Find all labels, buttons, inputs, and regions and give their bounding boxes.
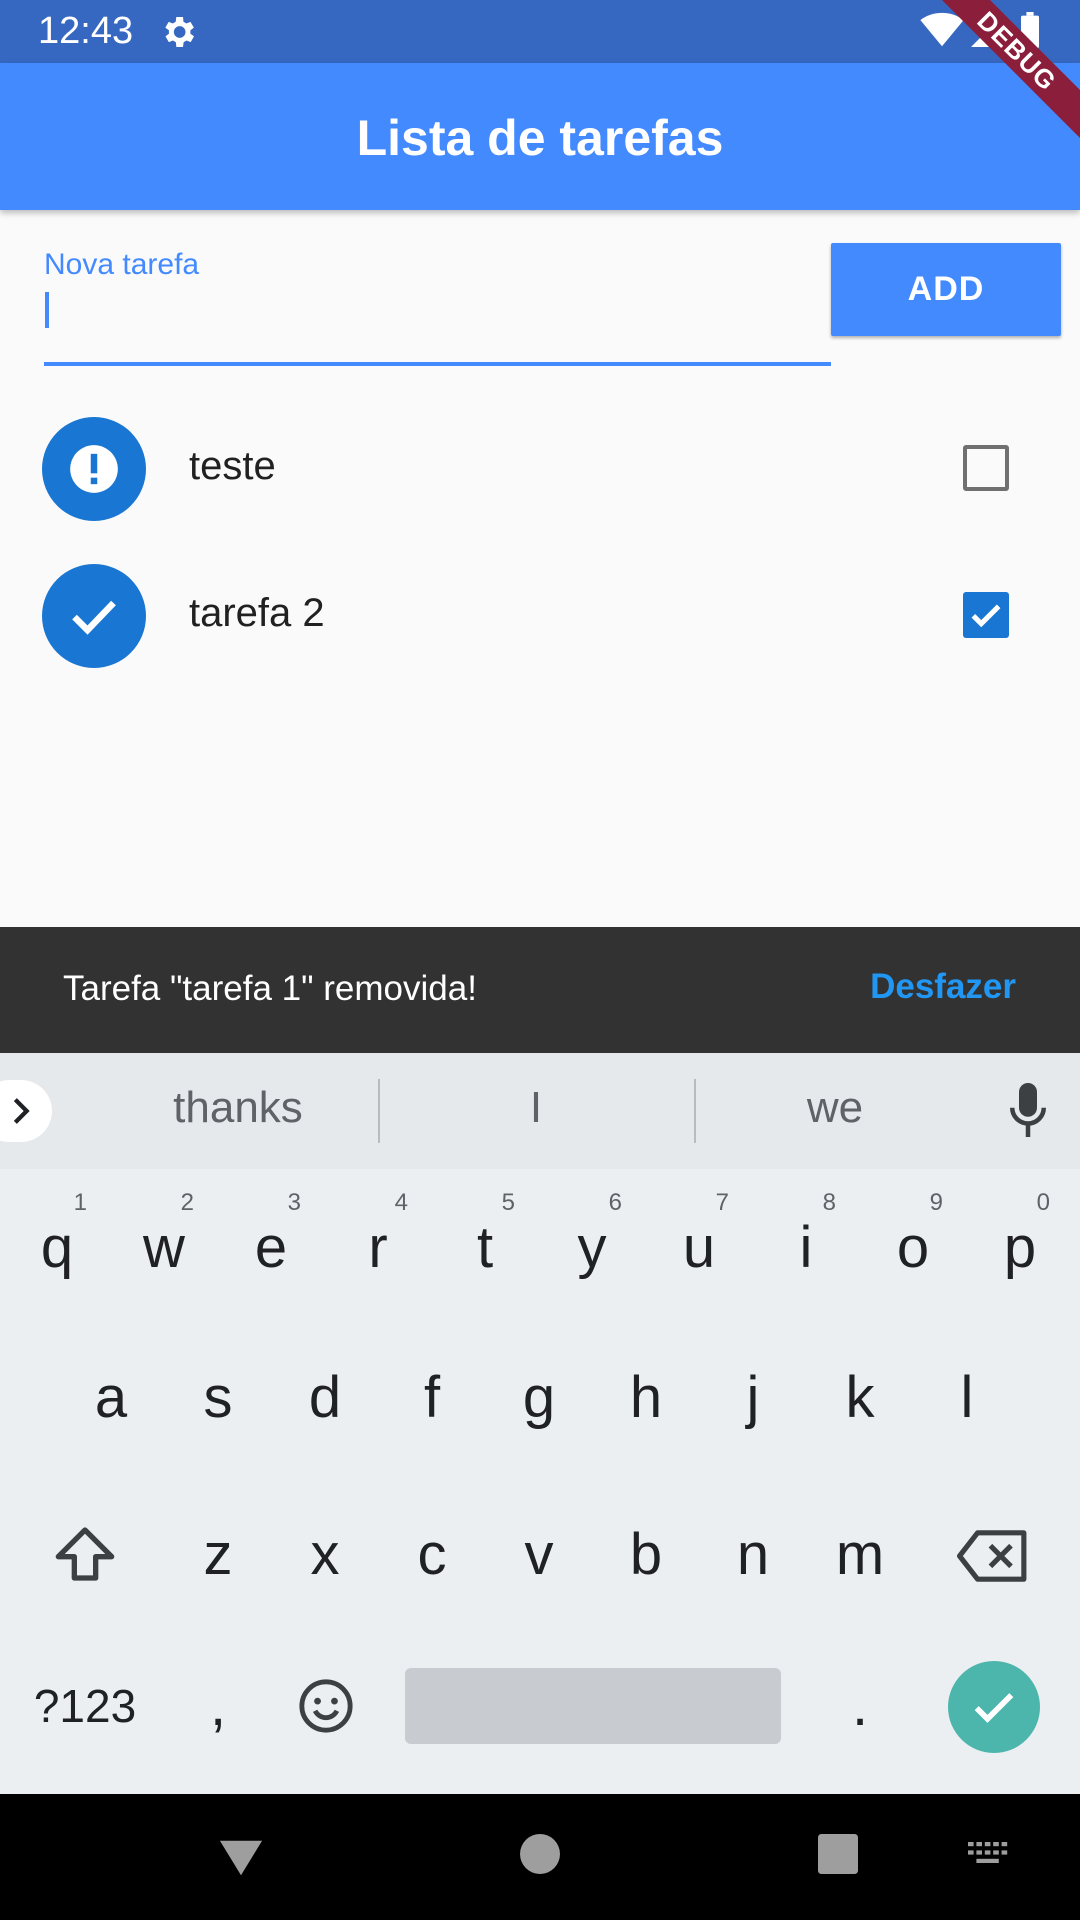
space-key[interactable] [405, 1668, 781, 1744]
key-l[interactable]: l [917, 1343, 1017, 1453]
key-i[interactable]: 8i [756, 1189, 856, 1303]
key-y[interactable]: 6y [542, 1189, 642, 1303]
check-icon [72, 600, 116, 635]
task-checkbox[interactable] [963, 445, 1009, 491]
expand-toolbar-button[interactable] [0, 1080, 52, 1142]
list-item[interactable]: teste [0, 399, 1080, 539]
key-v[interactable]: v [489, 1500, 589, 1610]
suggestion-2[interactable]: I [486, 1083, 586, 1133]
key-p[interactable]: 0p [970, 1189, 1070, 1303]
keyboard-switch-icon[interactable] [968, 1842, 1010, 1870]
enter-key[interactable] [948, 1661, 1040, 1753]
undo-button[interactable]: Desfazer [870, 967, 1016, 1007]
add-button[interactable]: ADD [831, 243, 1061, 336]
text-cursor [45, 292, 49, 328]
suggestion-divider [694, 1079, 696, 1143]
key-n[interactable]: n [703, 1500, 803, 1610]
key-e[interactable]: 3e [221, 1189, 321, 1303]
keyboard: thanks I we 1q 2w 3e 4r 5t 6y 7u 8i 9o 0… [0, 1053, 1080, 1794]
comma-key[interactable]: , [168, 1651, 268, 1761]
navigation-bar [0, 1794, 1080, 1920]
key-c[interactable]: c [382, 1500, 482, 1610]
key-w[interactable]: 2w [114, 1189, 214, 1303]
key-q[interactable]: 1q [7, 1189, 107, 1303]
check-icon [974, 1693, 1014, 1723]
key-z[interactable]: z [168, 1500, 268, 1610]
new-task-label: Nova tarefa [44, 248, 200, 281]
emoji-key[interactable] [275, 1651, 375, 1761]
key-u[interactable]: 7u [649, 1189, 749, 1303]
key-m[interactable]: m [810, 1500, 910, 1610]
gear-icon [165, 17, 194, 47]
key-t[interactable]: 5t [435, 1189, 535, 1303]
emoji-icon [299, 1679, 353, 1733]
list-item[interactable]: tarefa 2 [0, 546, 1080, 686]
checkmark-icon [971, 604, 1001, 628]
key-f[interactable]: f [382, 1343, 482, 1453]
chevron-right-icon [13, 1098, 30, 1124]
key-g[interactable]: g [489, 1343, 589, 1453]
suggestion-bar: thanks I we [0, 1053, 1080, 1169]
period-key[interactable]: . [810, 1651, 910, 1761]
debug-banner-clip: DEBUG [900, 0, 1080, 180]
backspace-icon [957, 1530, 1027, 1582]
key-s[interactable]: s [168, 1343, 268, 1453]
task-avatar [42, 564, 146, 668]
snackbar: Tarefa "tarefa 1" removida! Desfazer [0, 927, 1080, 1053]
home-icon[interactable] [520, 1834, 560, 1874]
key-r[interactable]: 4r [328, 1189, 428, 1303]
suggestion-divider [378, 1079, 380, 1143]
backspace-key[interactable] [943, 1500, 1043, 1610]
key-b[interactable]: b [596, 1500, 696, 1610]
key-h[interactable]: h [596, 1343, 696, 1453]
recents-icon[interactable] [818, 1834, 858, 1874]
debug-banner: DEBUG [923, 0, 1080, 145]
symbols-key[interactable]: ?123 [20, 1651, 150, 1761]
task-avatar [42, 417, 146, 521]
key-o[interactable]: 9o [863, 1189, 963, 1303]
task-checkbox[interactable] [963, 592, 1009, 638]
key-x[interactable]: x [275, 1500, 375, 1610]
input-underline [44, 362, 831, 366]
key-k[interactable]: k [810, 1343, 910, 1453]
microphone-icon[interactable] [1008, 1083, 1048, 1137]
suggestion-1[interactable]: thanks [138, 1083, 338, 1133]
suggestion-3[interactable]: we [760, 1083, 910, 1133]
exclamation-icon [70, 445, 118, 493]
shift-icon [55, 1527, 115, 1581]
snackbar-message: Tarefa "tarefa 1" removida! [63, 969, 477, 1008]
new-task-input[interactable] [44, 285, 835, 347]
shift-key[interactable] [35, 1500, 135, 1610]
task-label: tarefa 2 [189, 591, 325, 635]
status-time: 12:43 [38, 10, 134, 52]
key-j[interactable]: j [703, 1343, 803, 1453]
key-a[interactable]: a [61, 1343, 161, 1453]
task-label: teste [189, 444, 276, 488]
back-icon[interactable] [218, 1838, 264, 1878]
key-d[interactable]: d [275, 1343, 375, 1453]
